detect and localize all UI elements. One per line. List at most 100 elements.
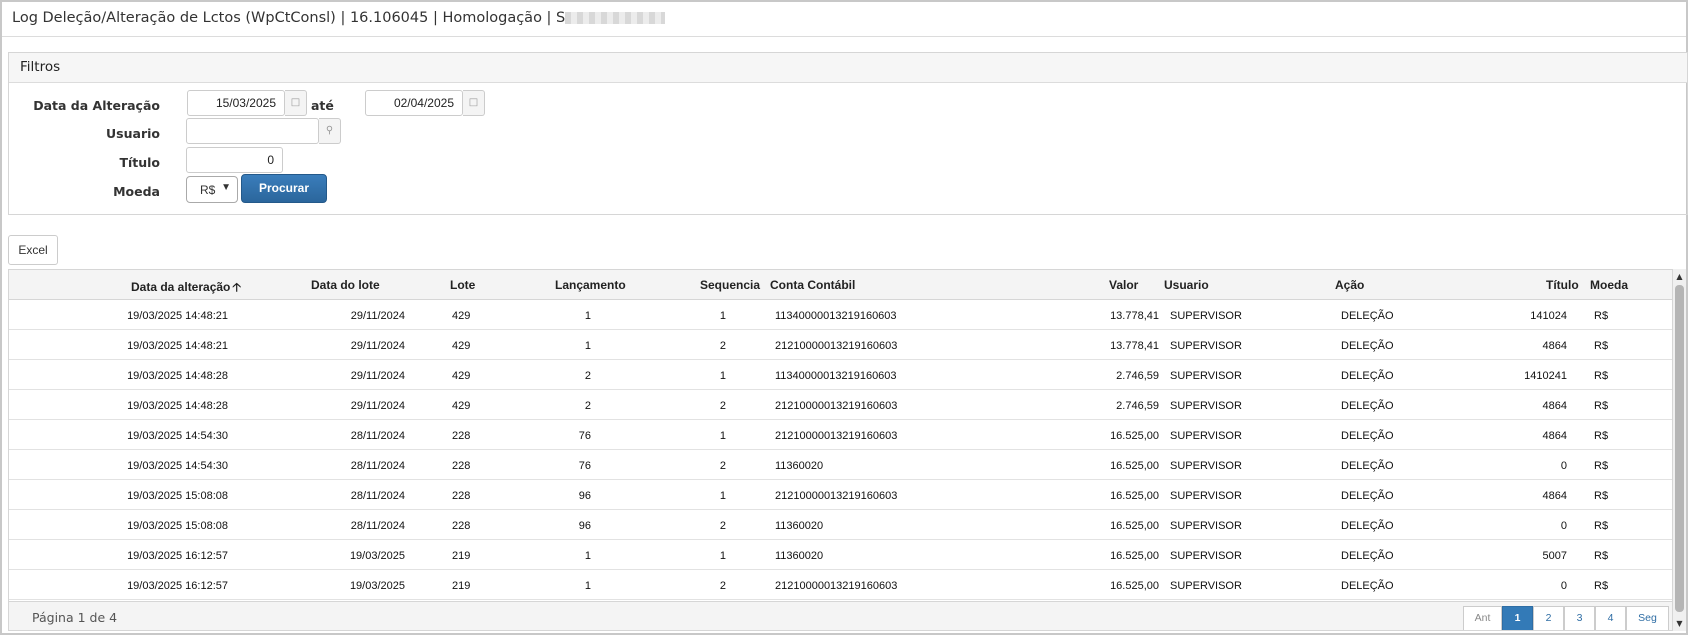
table-cell: 1 <box>584 550 591 562</box>
table-cell: DELEÇÃO <box>1341 580 1394 592</box>
table-cell: 11340000013219160603 <box>775 370 897 382</box>
table-cell: 228 <box>452 520 471 532</box>
table-cell: 16.525,00 <box>1110 580 1159 592</box>
table-row[interactable]: 19/03/2025 14:54:30 28/11/2024 228 76 2 11360… <box>9 450 1672 480</box>
chevron-down-icon: ▼ <box>221 182 231 193</box>
scroll-up-icon[interactable]: ▲ <box>1673 270 1686 283</box>
table-cell: R$ <box>1594 520 1609 532</box>
page-button-1[interactable]: 1 <box>1502 606 1533 630</box>
table-row[interactable]: 19/03/2025 14:48:28 29/11/2024 429 2 1 113400… <box>9 360 1672 390</box>
table-cell: 429 <box>452 400 471 412</box>
pagination-bar: Página 1 de 4 Ant 1 2 3 4 Seg <box>9 601 1672 630</box>
table-cell: 16.525,00 <box>1110 430 1159 442</box>
filters-header: Filtros <box>9 53 1687 83</box>
table-cell: 16.525,00 <box>1110 460 1159 472</box>
table-cell: 19/03/2025 <box>349 580 405 592</box>
table-cell: 19/03/2025 14:48:21 <box>127 340 228 352</box>
date-to-input[interactable]: 02/04/2025 <box>365 90 463 116</box>
title-input[interactable]: 0 <box>186 147 283 173</box>
table-cell: 11360020 <box>775 550 824 562</box>
page-button-3[interactable]: 3 <box>1564 606 1595 630</box>
table-row[interactable]: 19/03/2025 14:48:28 29/11/2024 429 2 2 212100… <box>9 390 1672 420</box>
col-header-lote[interactable]: Lote <box>450 278 475 292</box>
table-cell: 228 <box>452 490 471 502</box>
col-header-lancamento[interactable]: Lançamento <box>555 278 626 292</box>
table-cell: R$ <box>1594 580 1609 592</box>
table-cell: 1 <box>584 340 591 352</box>
scrollbar-thumb[interactable] <box>1675 285 1684 612</box>
prev-page-button[interactable]: Ant <box>1463 606 1502 630</box>
col-header-data-alteracao[interactable]: Data da alteração 🡡 <box>131 278 241 299</box>
table-cell: R$ <box>1594 460 1609 472</box>
table-cell: 19/03/2025 14:48:21 <box>127 310 228 322</box>
table-cell: 13.778,41 <box>1110 340 1159 352</box>
table-cell: SUPERVISOR <box>1170 310 1242 322</box>
calendar-icon[interactable]: □ <box>285 90 307 116</box>
date-from-input[interactable]: 15/03/2025 <box>187 90 285 116</box>
currency-select[interactable]: R$ ▼ <box>186 176 238 203</box>
table-cell: 29/11/2024 <box>350 310 405 322</box>
search-icon[interactable]: ⚲ <box>319 118 341 144</box>
table-row[interactable]: 19/03/2025 16:12:57 19/03/2025 219 1 2 212100… <box>9 570 1672 600</box>
table-cell: DELEÇÃO <box>1341 520 1394 532</box>
table-cell: DELEÇÃO <box>1341 400 1394 412</box>
table-cell: SUPERVISOR <box>1170 340 1242 352</box>
table-cell: 19/03/2025 14:54:30 <box>127 430 228 442</box>
table-cell: 1 <box>719 310 726 322</box>
table-header: Data da alteração 🡡 Data do lote Lote Lan… <box>9 270 1672 300</box>
search-button[interactable]: Procurar <box>241 174 327 203</box>
table-cell: 1 <box>719 550 726 562</box>
table-cell: 11360020 <box>775 520 824 532</box>
table-cell: 0 <box>1560 460 1567 472</box>
table-cell: 2 <box>584 370 591 382</box>
col-header-valor[interactable]: Valor <box>1109 278 1138 292</box>
table-row[interactable]: 19/03/2025 14:48:21 29/11/2024 429 1 1 113400… <box>9 300 1672 330</box>
page-button-2[interactable]: 2 <box>1533 606 1564 630</box>
table-row[interactable]: 19/03/2025 14:54:30 28/11/2024 228 76 1 21210… <box>9 420 1672 450</box>
table-cell: 28/11/2024 <box>350 490 405 502</box>
table-cell: 16.525,00 <box>1110 490 1159 502</box>
table-cell: 4864 <box>1542 430 1567 442</box>
table-cell: 2.746,59 <box>1116 400 1159 412</box>
table-row[interactable]: 19/03/2025 14:48:21 29/11/2024 429 1 2 212100… <box>9 330 1672 360</box>
arrow-up-icon: 🡡 <box>232 280 242 294</box>
table-row[interactable]: 19/03/2025 15:08:08 28/11/2024 228 96 1 21210… <box>9 480 1672 510</box>
table-cell: 1 <box>584 580 591 592</box>
table-cell: DELEÇÃO <box>1341 550 1394 562</box>
table-row[interactable]: 19/03/2025 15:08:08 28/11/2024 228 96 2 11360… <box>9 510 1672 540</box>
calendar-icon[interactable]: □ <box>463 90 485 116</box>
table-cell: 21210000013219160603 <box>775 430 898 442</box>
col-header-acao[interactable]: Ação <box>1335 278 1364 292</box>
vertical-scrollbar[interactable]: ▲ ▼ <box>1673 269 1686 631</box>
user-input[interactable] <box>186 118 319 144</box>
table-cell: 28/11/2024 <box>350 460 405 472</box>
table-cell: 13.778,41 <box>1110 310 1159 322</box>
table-cell: R$ <box>1594 430 1609 442</box>
table-cell: R$ <box>1594 400 1609 412</box>
table-cell: 2 <box>719 520 726 532</box>
table-cell: 141024 <box>1530 310 1567 322</box>
table-cell: SUPERVISOR <box>1170 520 1242 532</box>
table-cell: R$ <box>1594 550 1609 562</box>
table-cell: 228 <box>452 430 471 442</box>
col-header-sequencia[interactable]: Sequencia <box>700 278 760 292</box>
table-cell: 11360020 <box>775 460 824 472</box>
redacted-text <box>565 12 666 24</box>
table-row[interactable]: 19/03/2025 16:12:57 19/03/2025 219 1 1 113600… <box>9 540 1672 570</box>
date-separator: até <box>311 98 334 113</box>
page-button-4[interactable]: 4 <box>1595 606 1626 630</box>
table-cell: 21210000013219160603 <box>775 580 898 592</box>
excel-button[interactable]: Excel <box>8 235 58 265</box>
table-cell: 219 <box>452 580 471 592</box>
table-cell: 4864 <box>1542 490 1567 502</box>
window-title: Log Deleção/Alteração de Lctos (WpCtCons… <box>2 2 1686 37</box>
col-header-titulo[interactable]: Título <box>1546 278 1579 292</box>
col-header-moeda[interactable]: Moeda <box>1590 278 1628 292</box>
scroll-down-icon[interactable]: ▼ <box>1673 617 1686 630</box>
col-header-data-lote[interactable]: Data do lote <box>311 278 380 292</box>
date-label: Data da Alteração <box>33 98 160 113</box>
col-header-usuario[interactable]: Usuario <box>1164 278 1209 292</box>
next-page-button[interactable]: Seg <box>1626 606 1669 630</box>
col-header-conta[interactable]: Conta Contábil <box>770 278 855 292</box>
table-cell: 19/03/2025 14:48:28 <box>127 400 228 412</box>
